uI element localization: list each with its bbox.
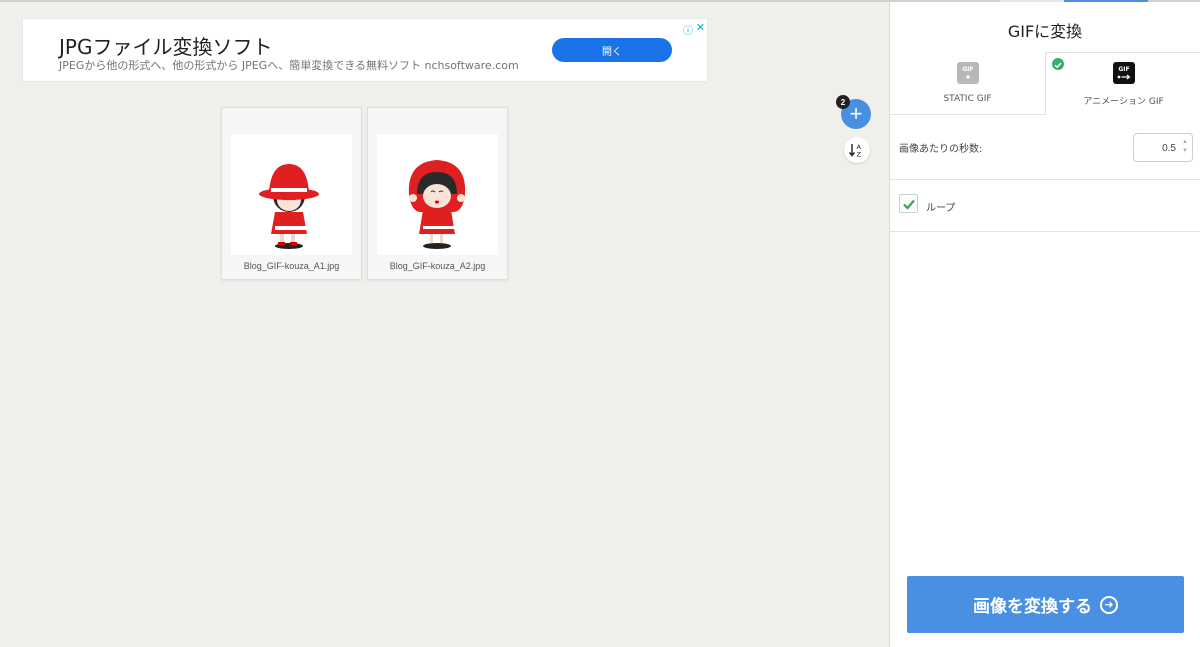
convert-images-button[interactable]: 画像を変換する ➜ — [907, 576, 1184, 633]
plus-icon: + — [849, 101, 863, 126]
ad-subtitle: JPEGから他の形式へ、他の形式から JPEGへ、簡単変換できる無料ソフト nc… — [59, 59, 519, 72]
svg-text:Z: Z — [857, 151, 862, 159]
svg-text:GIF: GIF — [962, 66, 973, 73]
tab-label: STATIC GIF — [943, 94, 992, 104]
sort-az-button[interactable]: A Z — [844, 137, 870, 163]
settings-panel: GIFに変換 GIF STATIC GIF GIF アニメーション GIF 画像… — [889, 2, 1200, 647]
stepper-arrows-icon[interactable]: ▲ ▼ — [1182, 138, 1188, 156]
animated-gif-icon: GIF — [1112, 62, 1135, 84]
file-thumbnail[interactable]: Blog_GIF-kouza_A1.jpg — [221, 107, 362, 280]
convert-button-label: 画像を変換する — [973, 597, 1092, 617]
selected-check-icon — [1052, 58, 1064, 70]
divider — [890, 231, 1200, 232]
seconds-per-image-stepper[interactable]: 0.5 ▲ ▼ — [1133, 133, 1193, 162]
seconds-value: 0.5 — [1162, 143, 1176, 154]
checkmark-icon — [902, 199, 915, 210]
girl-red-hood-illustration — [408, 160, 466, 249]
girl-red-hat-illustration — [259, 164, 319, 249]
file-thumbnail[interactable]: Blog_GIF-kouza_A2.jpg — [367, 107, 508, 280]
divider — [890, 179, 1200, 180]
file-name-label: Blog_GIF-kouza_A2.jpg — [389, 261, 486, 271]
sort-az-icon: A Z — [849, 143, 862, 159]
ad-title[interactable]: JPGファイル変換ソフト — [59, 31, 272, 60]
seconds-per-image-label: 画像あたりの秒数: — [899, 144, 983, 155]
loop-checkbox[interactable] — [899, 194, 918, 213]
ad-banner[interactable]: JPGファイル変換ソフト JPEGから他の形式へ、他の形式から JPEGへ、簡単… — [22, 18, 708, 82]
thumbnail-image — [231, 134, 352, 255]
file-count-badge: 2 — [836, 95, 850, 109]
tab-label: アニメーション GIF — [1083, 97, 1164, 107]
tab-animated-gif[interactable]: GIF アニメーション GIF — [1046, 52, 1200, 115]
thumbnail-image — [377, 134, 498, 255]
arrow-right-circle-icon: ➜ — [1100, 595, 1118, 614]
tab-static-gif[interactable]: GIF STATIC GIF — [890, 52, 1046, 115]
file-name-label: Blog_GIF-kouza_A1.jpg — [243, 261, 340, 271]
ad-info-icon[interactable]: ⓘ — [683, 22, 693, 37]
panel-title: GIFに変換 — [1007, 22, 1083, 41]
static-gif-icon: GIF — [956, 62, 979, 84]
loop-label: ループ — [926, 203, 956, 214]
svg-text:GIF: GIF — [1118, 66, 1129, 73]
ad-open-button[interactable]: 開く — [552, 38, 672, 62]
ad-close-icon[interactable]: ✕ — [696, 21, 705, 34]
